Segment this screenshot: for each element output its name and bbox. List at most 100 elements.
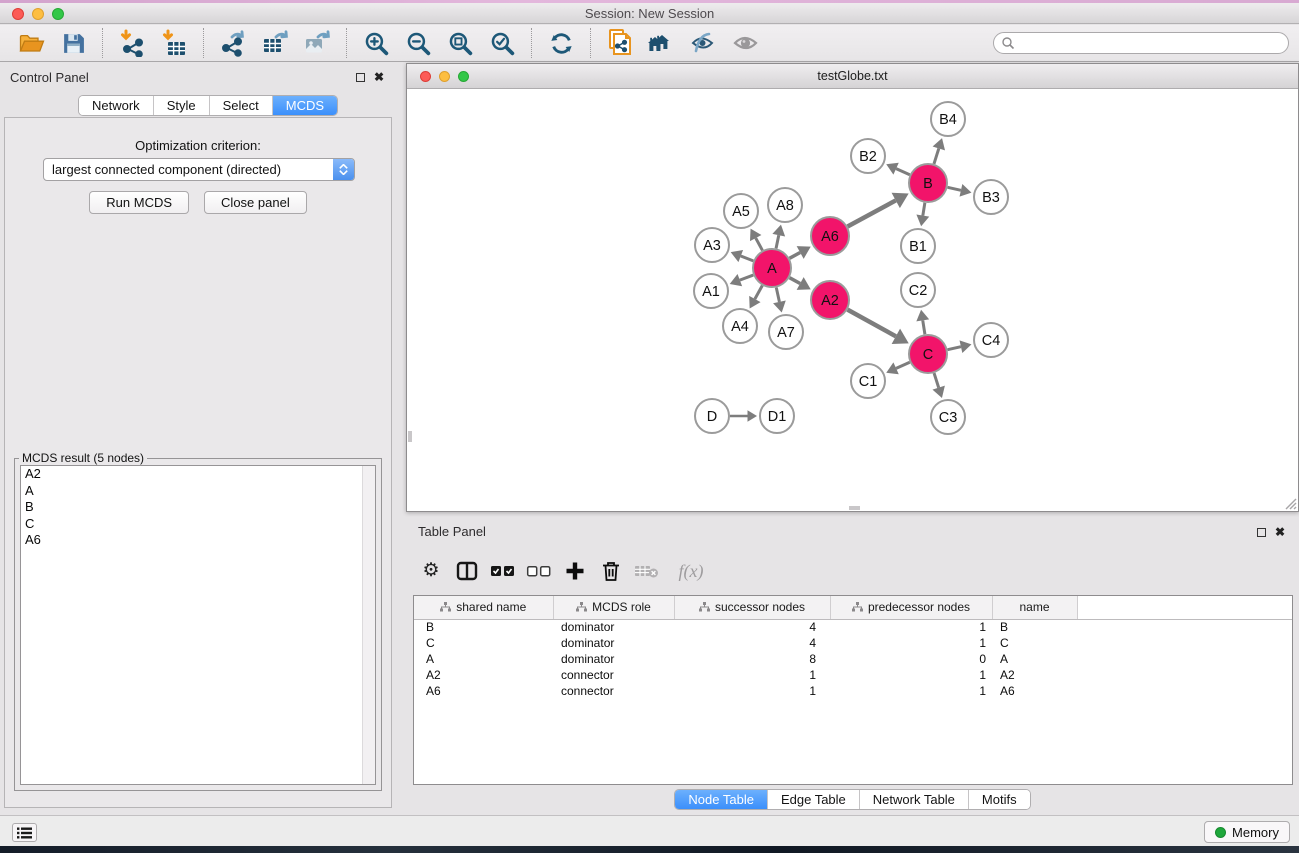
table-cell-filler [1077,619,1292,635]
table-row[interactable]: Bdominator41B [414,619,1292,635]
column-header-successor-nodes[interactable]: successor nodes [674,596,830,619]
add-column-icon[interactable] [557,556,593,586]
clone-network-document-icon[interactable] [605,28,635,58]
table-cell: B [992,619,1077,635]
deselect-all-checkboxes-icon[interactable] [521,556,557,586]
tab-node-table[interactable]: Node Table [675,790,768,809]
table-cell: 1 [830,635,992,651]
toolbar-separator [203,28,204,58]
toolbar-separator [531,28,532,58]
mcds-result-item[interactable]: A2 [21,466,375,483]
graph-edge-arrowhead [773,301,786,313]
mcds-result-item[interactable]: A [21,483,375,500]
network-canvas[interactable]: B4B2BB3A8A5A6B1A3AC2A1A2A4A7C4CC1C3DD1 [407,89,1298,511]
mcds-result-item[interactable]: B [21,499,375,516]
search-field[interactable] [993,32,1289,54]
run-mcds-button[interactable]: Run MCDS [89,191,189,214]
node-table-container: shared nameMCDS rolesuccessor nodesprede… [413,595,1293,785]
tab-motifs[interactable]: Motifs [969,790,1030,809]
graph-edge-A-A6[interactable] [790,252,801,258]
table-row[interactable]: A6connector11A6 [414,683,1292,699]
zoom-selected-icon[interactable] [487,28,517,58]
resize-grip-icon[interactable] [1284,497,1297,510]
float-panel-icon[interactable] [356,73,365,82]
tab-mcds[interactable]: MCDS [273,96,337,115]
toolbar-separator [590,28,591,58]
network-window-titlebar[interactable]: testGlobe.txt [407,64,1298,89]
graph-edge-A-A3[interactable] [741,256,754,261]
column-header-filler [1077,596,1292,619]
graph-edge-A-A1[interactable] [740,275,753,280]
refresh-layout-icon[interactable] [546,28,576,58]
close-panel-icon[interactable]: ✖ [374,72,384,82]
delete-columns-icon[interactable] [593,556,629,586]
zoom-fit-icon[interactable] [445,28,475,58]
mcds-result-list[interactable]: A2ABCA6 [20,465,376,785]
show-column-panel-icon[interactable] [449,556,485,586]
criterion-dropdown[interactable]: largest connected component (directed) [43,158,355,181]
import-table-icon[interactable] [159,28,189,58]
tab-network-table[interactable]: Network Table [860,790,969,809]
tab-edge-table[interactable]: Edge Table [768,790,860,809]
table-cell: A [414,651,553,667]
select-all-checkboxes-icon[interactable] [485,556,521,586]
mcds-result-item[interactable]: C [21,516,375,533]
table-row[interactable]: Cdominator41C [414,635,1292,651]
close-table-panel-icon[interactable]: ✖ [1275,527,1285,537]
graph-edge-C-C4[interactable] [948,347,961,350]
zoom-in-icon[interactable] [361,28,391,58]
column-header-name[interactable]: name [992,596,1077,619]
application-window: Session: New Session [0,0,1299,853]
table-cell: dominator [553,651,674,667]
graph-edge-B-B1[interactable] [923,203,925,216]
export-image-icon[interactable] [302,28,332,58]
column-header-shared-name[interactable]: shared name [414,596,553,619]
mcds-result-title: MCDS result (5 nodes) [19,451,147,465]
graph-edge-B-B2[interactable] [896,169,910,175]
save-session-icon[interactable] [58,28,88,58]
hide-graphics-details-icon[interactable] [689,28,719,58]
close-panel-button[interactable]: Close panel [204,191,307,214]
mcds-result-item[interactable]: A6 [21,532,375,549]
desktop-strip-bottom [0,846,1299,853]
graph-edge-C-C3[interactable] [934,373,939,388]
open-session-icon[interactable] [16,28,46,58]
zoom-out-icon[interactable] [403,28,433,58]
table-row[interactable]: Adominator80A [414,651,1292,667]
show-graphics-details-icon[interactable] [731,28,761,58]
export-network-icon[interactable] [218,28,248,58]
export-table-icon[interactable] [260,28,290,58]
graph-edge-A-A2[interactable] [790,278,801,284]
graph-edge-A6-B[interactable] [848,200,896,226]
table-cell: 4 [674,635,830,651]
control-panel-buttons: ✖ [356,72,384,82]
table-settings-gear-icon[interactable]: ⚙ [413,556,449,586]
vertical-scrollbar-thumb[interactable] [408,431,412,442]
import-network-icon[interactable] [117,28,147,58]
column-type-icon [852,602,863,612]
table-row[interactable]: A2connector11A2 [414,667,1292,683]
graph-edge-C-C1[interactable] [896,362,910,368]
window-titlebar: Session: New Session [0,3,1299,24]
horizontal-scrollbar-thumb[interactable] [849,506,860,510]
home-browser-icon[interactable] [647,28,677,58]
mcds-result-scrollbar[interactable] [362,466,375,784]
task-history-button[interactable] [12,823,37,842]
graph-edge-A2-C[interactable] [848,310,896,337]
search-input[interactable] [1015,34,1288,52]
memory-button[interactable]: Memory [1204,821,1290,843]
column-header-predecessor-nodes[interactable]: predecessor nodes [830,596,992,619]
graph-edge-A-A4[interactable] [755,286,762,300]
tab-style[interactable]: Style [154,96,210,115]
graph-edge-C-C2[interactable] [923,320,925,334]
graph-edge-A-A5[interactable] [756,238,763,250]
graph-edge-A-A8[interactable] [776,235,779,248]
graph-edge-B-B3[interactable] [948,187,961,190]
table-cell: 1 [674,683,830,699]
graph-edge-B-B4[interactable] [934,148,939,164]
float-table-panel-icon[interactable] [1257,528,1266,537]
tab-network[interactable]: Network [79,96,154,115]
tab-select[interactable]: Select [210,96,273,115]
graph-edge-A-A7[interactable] [776,288,779,302]
column-header-MCDS-role[interactable]: MCDS role [553,596,674,619]
